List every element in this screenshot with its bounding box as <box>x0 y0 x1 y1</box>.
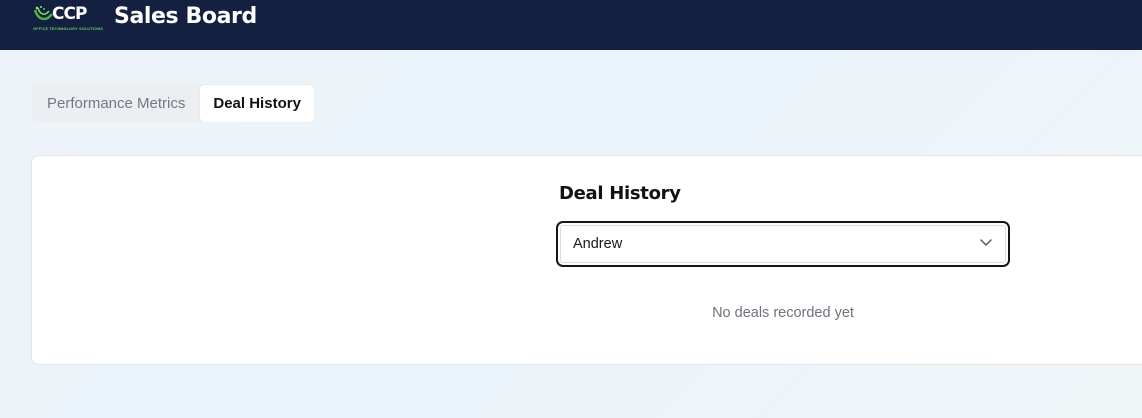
top-header-bar: CCP OFFICE TECHNOLOGY SOLUTIONS Sales Bo… <box>0 0 1142 50</box>
chevron-down-icon <box>980 239 992 246</box>
salesperson-select[interactable]: Andrew <box>556 221 1010 267</box>
empty-state-message: No deals recorded yet <box>712 305 854 321</box>
section-title: Deal History <box>559 183 681 204</box>
app-title: Sales Board <box>114 4 257 29</box>
company-logo[interactable]: CCP OFFICE TECHNOLOGY SOLUTIONS <box>32 2 103 34</box>
tab-performance-metrics[interactable]: Performance Metrics <box>32 84 200 122</box>
tab-bar: Performance Metrics Deal History <box>32 84 314 122</box>
logo-subtext: OFFICE TECHNOLOGY SOLUTIONS <box>33 27 104 31</box>
selected-salesperson: Andrew <box>573 236 623 252</box>
tab-deal-history[interactable]: Deal History <box>200 84 314 122</box>
logo-swirl-icon <box>33 6 53 21</box>
logo-text: CCP <box>52 4 87 24</box>
